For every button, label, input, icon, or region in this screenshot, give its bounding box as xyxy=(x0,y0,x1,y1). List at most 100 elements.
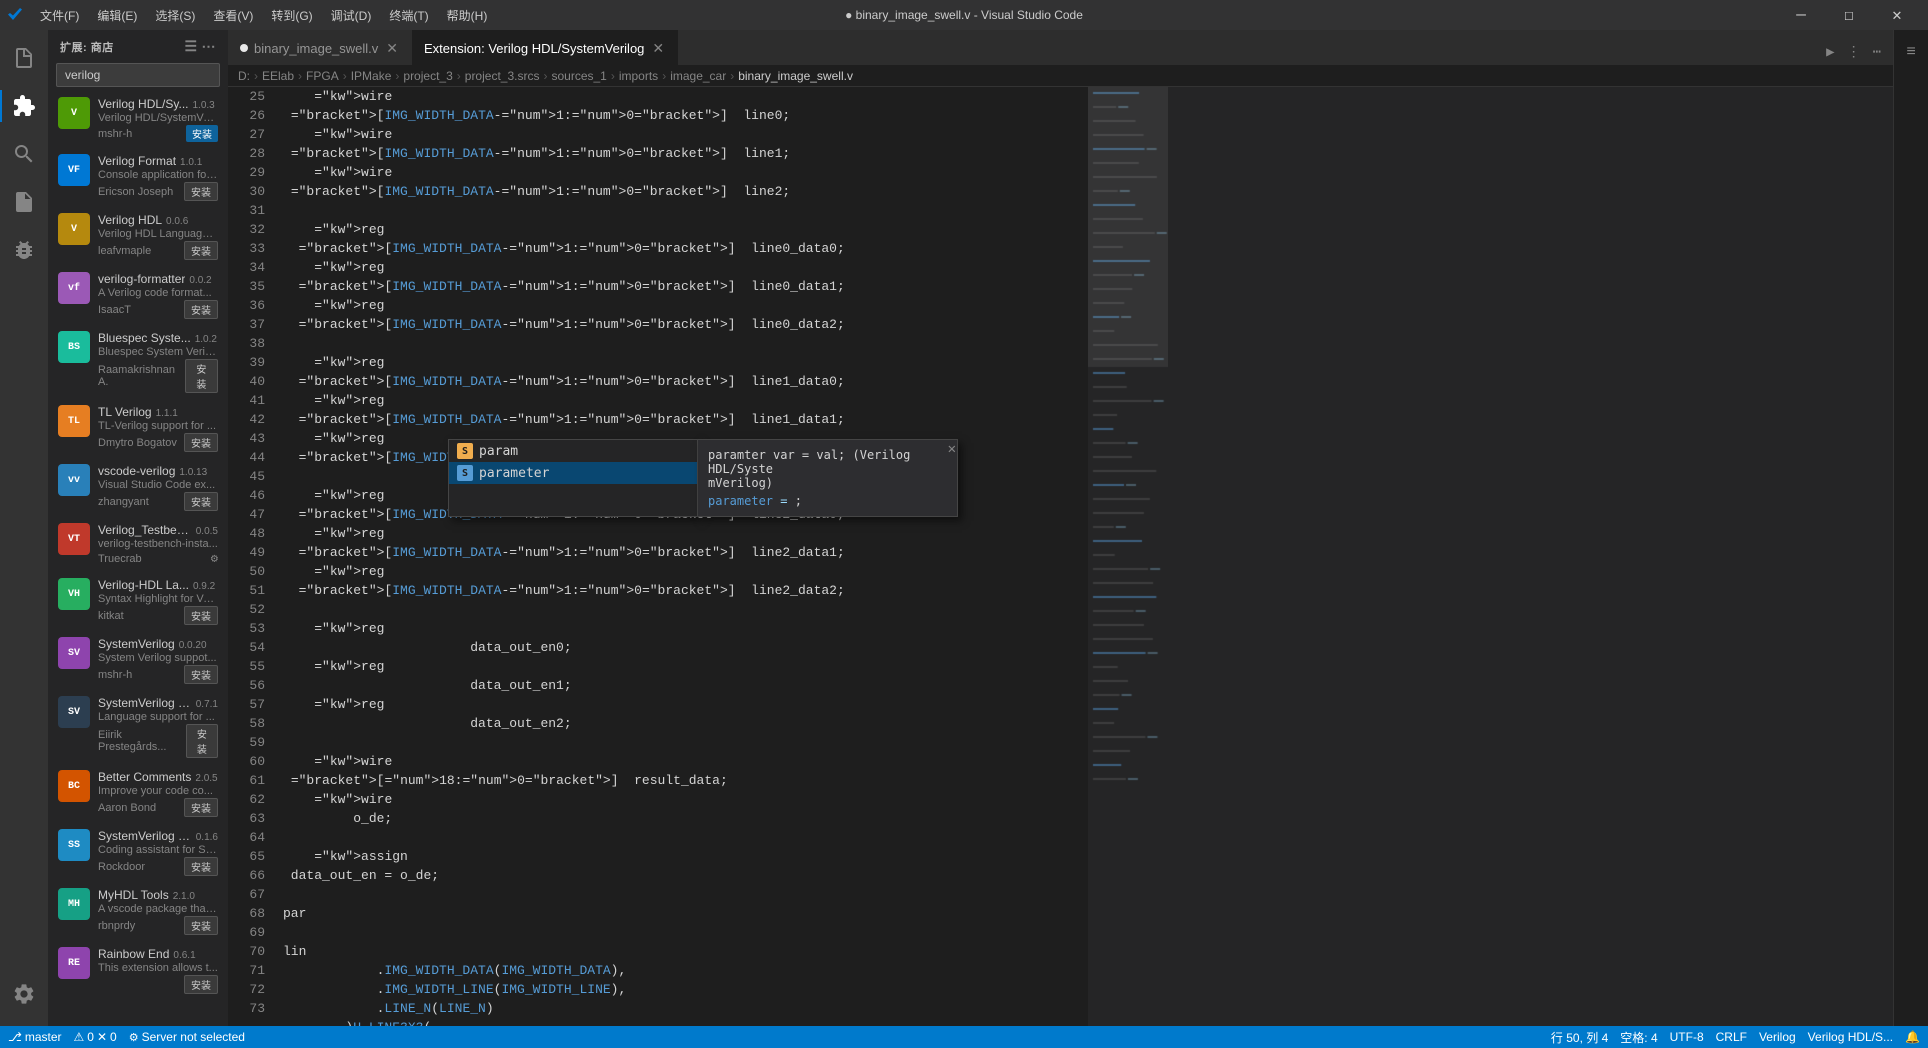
extension-item-6[interactable]: vvvscode-verilog1.0.13Visual Studio Code… xyxy=(48,458,228,517)
breadcrumb-fpga[interactable]: FPGA xyxy=(306,69,339,83)
ext-installed-badge-2[interactable]: 安装 xyxy=(184,241,218,260)
ext-installed-badge-14[interactable]: 安装 xyxy=(184,975,218,994)
ext-author-6: zhangyant xyxy=(98,496,149,508)
menu-edit[interactable]: 编辑(E) xyxy=(89,4,145,27)
menu-help[interactable]: 帮助(H) xyxy=(439,4,496,27)
line-num-68: 68 xyxy=(228,904,265,923)
status-server[interactable]: ⚙ Server not selected xyxy=(129,1030,245,1044)
ext-author-4: Raamakrishnan A. xyxy=(98,364,185,388)
right-panel-toggle[interactable]: ≡ xyxy=(1897,38,1925,66)
extension-item-14[interactable]: RERainbow End0.6.1This extension allows … xyxy=(48,941,228,1000)
close-button[interactable]: ✕ xyxy=(1874,0,1920,30)
menu-terminal[interactable]: 终端(T) xyxy=(381,4,436,27)
ext-installed-badge-10[interactable]: 安装 xyxy=(186,724,218,758)
ext-install-btn-0[interactable]: 安装 xyxy=(186,125,218,142)
menu-view[interactable]: 查看(V) xyxy=(205,4,261,27)
ext-installed-badge-8[interactable]: 安装 xyxy=(184,606,218,625)
more-actions-button[interactable]: ⋯ xyxy=(1869,40,1885,65)
extension-item-12[interactable]: SSSystemVerilog S...0.1.6Coding assistan… xyxy=(48,823,228,882)
sidebar-more-icon[interactable]: ⋯ xyxy=(202,38,217,55)
ext-installed-badge-9[interactable]: 安装 xyxy=(184,665,218,684)
sidebar-list-icon[interactable]: ☰ xyxy=(184,38,197,55)
ext-installed-badge-12[interactable]: 安装 xyxy=(184,857,218,876)
extension-item-0[interactable]: VVerilog HDL/Sy...1.0.3Verilog HDL/Syste… xyxy=(48,91,228,148)
status-language[interactable]: Verilog xyxy=(1759,1030,1796,1044)
menu-select[interactable]: 选择(S) xyxy=(147,4,203,27)
activity-git[interactable] xyxy=(0,178,48,226)
ext-icon-3: vf xyxy=(58,272,90,304)
tab-close-button[interactable]: ✕ xyxy=(384,39,400,58)
menu-goto[interactable]: 转到(G) xyxy=(263,4,320,27)
status-eol[interactable]: CRLF xyxy=(1716,1030,1747,1044)
breadcrumb-eelab[interactable]: EElab xyxy=(262,69,294,83)
run-button[interactable]: ▶ xyxy=(1822,40,1838,65)
line-num-57: 57 xyxy=(228,695,265,714)
extension-item-10[interactable]: SVSystemVerilog -...0.7.1Language suppor… xyxy=(48,690,228,764)
extension-item-8[interactable]: VHVerilog-HDL La...0.9.2Syntax Highlight… xyxy=(48,572,228,631)
ext-gear-7[interactable]: ⚙ xyxy=(211,551,218,566)
ext-author-1: Ericson Joseph xyxy=(98,186,173,198)
extension-item-2[interactable]: VVerilog HDL0.0.6Verilog HDL Language ..… xyxy=(48,207,228,266)
ext-installed-badge-11[interactable]: 安装 xyxy=(184,798,218,817)
ext-desc-13: A vscode package that ... xyxy=(98,903,218,915)
split-editor-button[interactable]: ⋮ xyxy=(1843,40,1865,65)
ext-version-6: 1.0.13 xyxy=(179,467,207,478)
tab-extension-verilog[interactable]: Extension: Verilog HDL/SystemVerilog ✕ xyxy=(412,30,678,65)
extension-item-11[interactable]: BCBetter Comments2.0.5Improve your code … xyxy=(48,764,228,823)
ac-text-parameter: parameter xyxy=(479,466,549,481)
tab-close-ext-button[interactable]: ✕ xyxy=(650,39,666,58)
search-input[interactable] xyxy=(56,63,220,87)
ac-close-button[interactable]: ✕ xyxy=(948,441,956,457)
activity-extensions[interactable] xyxy=(0,82,48,130)
ext-icon-8: VH xyxy=(58,578,90,610)
code-line-27: ="kw">wire xyxy=(283,163,1088,182)
status-cursor[interactable]: 行 50, 列 4 xyxy=(1551,1029,1608,1046)
extension-item-9[interactable]: SVSystemVerilog0.0.20System Verilog supp… xyxy=(48,631,228,690)
tab-binary-image-swell[interactable]: binary_image_swell.v ✕ xyxy=(228,30,412,65)
spaces-label: 空格: 4 xyxy=(1620,1029,1657,1046)
ext-installed-badge-13[interactable]: 安装 xyxy=(184,916,218,935)
extension-item-4[interactable]: BSBluespec Syste...1.0.2Bluespec System … xyxy=(48,325,228,399)
extension-item-13[interactable]: MHMyHDL Tools2.1.0A vscode package that … xyxy=(48,882,228,941)
activity-explorer[interactable] xyxy=(0,34,48,82)
breadcrumb-imagecar[interactable]: image_car xyxy=(670,69,726,83)
status-git[interactable]: ⎇ master xyxy=(8,1030,62,1044)
breadcrumb-ipmake[interactable]: IPMake xyxy=(351,69,392,83)
ext-installed-badge-1[interactable]: 安装 xyxy=(184,182,218,201)
breadcrumb-d[interactable]: D: xyxy=(238,69,250,83)
ac-item-parameter[interactable]: S parameter xyxy=(449,462,697,484)
right-activity-bar: ≡ xyxy=(1893,30,1928,1026)
extension-item-5[interactable]: TLTL Verilog1.1.1TL-Verilog support for … xyxy=(48,399,228,458)
ext-installed-badge-6[interactable]: 安装 xyxy=(184,492,218,511)
activity-search[interactable] xyxy=(0,130,48,178)
status-encoding[interactable]: UTF-8 xyxy=(1670,1030,1704,1044)
ext-installed-badge-3[interactable]: 安装 xyxy=(184,300,218,319)
menu-debug[interactable]: 调试(D) xyxy=(323,4,380,27)
activity-settings[interactable] xyxy=(0,970,48,1018)
activity-debug[interactable] xyxy=(0,226,48,274)
minimize-button[interactable]: ― xyxy=(1778,0,1824,30)
ext-desc-5: TL-Verilog support for ... xyxy=(98,420,218,432)
status-spaces[interactable]: 空格: 4 xyxy=(1620,1029,1657,1046)
breadcrumb-project3[interactable]: project_3 xyxy=(403,69,452,83)
breadcrumb-sources1[interactable]: sources_1 xyxy=(551,69,606,83)
ext-author-3: IsaacT xyxy=(98,304,131,316)
breadcrumb-srcs[interactable]: project_3.srcs xyxy=(465,69,540,83)
status-formatter[interactable]: Verilog HDL/S... xyxy=(1808,1030,1893,1044)
ext-installed-badge-4[interactable]: 安装 xyxy=(185,359,218,393)
maximize-button[interactable]: ☐ xyxy=(1826,0,1872,30)
status-errors[interactable]: ⚠ 0 ✕ 0 xyxy=(74,1030,117,1044)
breadcrumb-filename[interactable]: binary_image_swell.v xyxy=(738,69,853,83)
extension-item-7[interactable]: VTVerilog_Testben...0.0.5verilog-testben… xyxy=(48,517,228,572)
status-notifications[interactable]: 🔔 xyxy=(1905,1030,1920,1044)
breadcrumb: D: › EElab › FPGA › IPMake › project_3 ›… xyxy=(228,65,1893,87)
breadcrumb-imports[interactable]: imports xyxy=(619,69,658,83)
menu-file[interactable]: 文件(F) xyxy=(32,4,87,27)
code-editor[interactable]: ="kw">wire ="bracket">[IMG_WIDTH_DATA-="… xyxy=(273,87,1088,1026)
extension-item-3[interactable]: vfverilog-formatter0.0.2A Verilog code f… xyxy=(48,266,228,325)
ext-author-5: Dmytro Bogatov xyxy=(98,437,177,449)
ext-installed-badge-5[interactable]: 安装 xyxy=(184,433,218,452)
line-num-58: 58 xyxy=(228,714,265,733)
ac-item-param[interactable]: S param xyxy=(449,440,697,462)
extension-item-1[interactable]: VFVerilog Format1.0.1Console application… xyxy=(48,148,228,207)
